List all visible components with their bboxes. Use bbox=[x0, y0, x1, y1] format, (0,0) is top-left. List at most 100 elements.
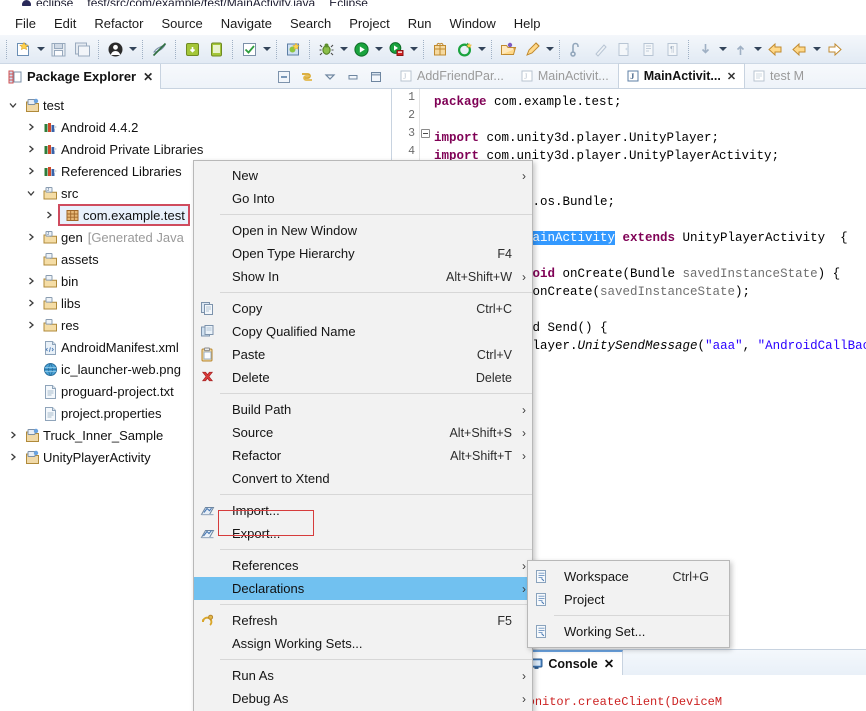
user-dropdown-arrow[interactable] bbox=[127, 38, 138, 60]
refresh-icon[interactable] bbox=[453, 38, 475, 60]
android-sdk-manager-icon[interactable] bbox=[181, 38, 203, 60]
chevron-right-icon[interactable] bbox=[26, 298, 41, 308]
external-tools-dropdown-arrow[interactable] bbox=[408, 38, 419, 60]
refresh-dropdown-arrow[interactable] bbox=[476, 38, 487, 60]
menu-project[interactable]: Project bbox=[340, 14, 398, 33]
ctx-convert-to-xtend[interactable]: Convert to Xtend bbox=[194, 467, 532, 490]
save-all-icon[interactable] bbox=[71, 38, 93, 60]
menu-edit[interactable]: Edit bbox=[45, 14, 85, 33]
ctx-show-in[interactable]: Show In Alt+Shift+W › bbox=[194, 265, 532, 288]
tab-test-manifest[interactable]: test M bbox=[745, 63, 813, 88]
next-dropdown-arrow[interactable] bbox=[717, 38, 728, 60]
next-arrow-icon[interactable] bbox=[823, 38, 845, 60]
tab-mainactivity-2[interactable]: J MainActivit... ✕ bbox=[617, 63, 746, 88]
ctx-import[interactable]: Import... bbox=[194, 499, 532, 522]
tab-addfriendpar[interactable]: J AddFriendPar... bbox=[392, 63, 513, 88]
tab-package-explorer[interactable]: Package Explorer ✕ bbox=[0, 64, 162, 89]
chevron-right-icon[interactable] bbox=[26, 122, 41, 132]
ctx-new[interactable]: New › bbox=[194, 164, 532, 187]
ctx-go-into[interactable]: Go Into bbox=[194, 187, 532, 210]
tree-item-test[interactable]: test bbox=[0, 94, 392, 116]
forward-icon[interactable] bbox=[788, 38, 810, 60]
debug-icon[interactable] bbox=[315, 38, 337, 60]
new-package-icon[interactable] bbox=[429, 38, 451, 60]
view-menu-icon[interactable] bbox=[322, 69, 338, 85]
menu-refactor[interactable]: Refactor bbox=[85, 14, 152, 33]
tree-item-android-4-4-2[interactable]: Android 4.4.2 bbox=[0, 116, 392, 138]
menu-navigate[interactable]: Navigate bbox=[212, 14, 281, 33]
ctx-build-path[interactable]: Build Path › bbox=[194, 398, 532, 421]
ctx-delete[interactable]: Delete Delete bbox=[194, 366, 532, 389]
android-virtual-device-icon[interactable] bbox=[205, 38, 227, 60]
chevron-right-icon[interactable] bbox=[26, 144, 41, 154]
check-dropdown-arrow[interactable] bbox=[261, 38, 272, 60]
user-profile-icon[interactable] bbox=[104, 38, 126, 60]
ctx-copy[interactable]: Copy Ctrl+C bbox=[194, 297, 532, 320]
prev-dropdown-arrow[interactable] bbox=[752, 38, 763, 60]
ctx-refresh[interactable]: Refresh F5 bbox=[194, 609, 532, 632]
chevron-right-icon[interactable] bbox=[26, 276, 41, 286]
new-android-project-icon[interactable] bbox=[282, 38, 304, 60]
toggle-breakpoint-skip-icon[interactable] bbox=[148, 38, 170, 60]
ctx-copy-qualified-name[interactable]: Copy Qualified Name bbox=[194, 320, 532, 343]
submenu-workspace[interactable]: Workspace Ctrl+G bbox=[528, 565, 729, 588]
nav-dropdown-arrow[interactable] bbox=[811, 38, 822, 60]
tree-item-android-private-libraries[interactable]: Android Private Libraries bbox=[0, 138, 392, 160]
fold-collapse-icon[interactable] bbox=[421, 129, 430, 138]
ctx-run-as[interactable]: Run As › bbox=[194, 664, 532, 687]
ctx-export[interactable]: Export... bbox=[194, 522, 532, 545]
menu-file[interactable]: File bbox=[6, 14, 45, 33]
back-icon[interactable] bbox=[764, 38, 786, 60]
run-icon[interactable] bbox=[350, 38, 372, 60]
chevron-right-icon[interactable] bbox=[8, 430, 23, 440]
open-type-icon[interactable] bbox=[497, 38, 519, 60]
tab-console[interactable]: Console ✕ bbox=[521, 649, 624, 676]
chevron-right-icon[interactable] bbox=[26, 320, 41, 330]
new-wizard-icon[interactable] bbox=[12, 38, 34, 60]
menu-window[interactable]: Window bbox=[441, 14, 505, 33]
annotations-icon[interactable] bbox=[565, 38, 587, 60]
new-dropdown-arrow[interactable] bbox=[35, 38, 46, 60]
run-external-tools-icon[interactable] bbox=[385, 38, 407, 60]
debug-dropdown-arrow[interactable] bbox=[338, 38, 349, 60]
ctx-references[interactable]: References › bbox=[194, 554, 532, 577]
paragraph-view-icon[interactable] bbox=[637, 38, 659, 60]
tab-mainactivity-1[interactable]: J MainActivit... bbox=[513, 63, 618, 88]
run-dropdown-arrow[interactable] bbox=[373, 38, 384, 60]
ctx-refactor[interactable]: Refactor Alt+Shift+T › bbox=[194, 444, 532, 467]
chevron-right-icon[interactable] bbox=[26, 232, 41, 242]
prev-annotation-icon[interactable] bbox=[729, 38, 751, 60]
ctx-source[interactable]: Source Alt+Shift+S › bbox=[194, 421, 532, 444]
link-with-editor-icon[interactable] bbox=[299, 69, 315, 85]
ctx-paste[interactable]: Paste Ctrl+V bbox=[194, 343, 532, 366]
ctx-assign-working-sets[interactable]: Assign Working Sets... bbox=[194, 632, 532, 655]
ruler-icon[interactable] bbox=[589, 38, 611, 60]
minimize-icon[interactable] bbox=[345, 69, 361, 85]
next-edit-icon[interactable] bbox=[613, 38, 635, 60]
menu-help[interactable]: Help bbox=[505, 14, 550, 33]
ctx-open-in-new-window[interactable]: Open in New Window bbox=[194, 219, 532, 242]
ctx-debug-as[interactable]: Debug As › bbox=[194, 687, 532, 710]
chevron-down-icon[interactable] bbox=[8, 100, 23, 110]
next-annotation-icon[interactable] bbox=[694, 38, 716, 60]
ctx-declarations[interactable]: Declarations › bbox=[194, 577, 532, 600]
close-icon[interactable]: ✕ bbox=[604, 656, 614, 671]
menu-search[interactable]: Search bbox=[281, 14, 340, 33]
search-dropdown-arrow[interactable] bbox=[544, 38, 555, 60]
chevron-right-icon[interactable] bbox=[44, 210, 59, 220]
search-icon[interactable] bbox=[521, 38, 543, 60]
menu-source[interactable]: Source bbox=[153, 14, 212, 33]
close-icon[interactable]: ✕ bbox=[143, 70, 153, 84]
submenu-project[interactable]: Project bbox=[528, 588, 729, 611]
check-icon[interactable] bbox=[238, 38, 260, 60]
chevron-down-icon[interactable] bbox=[26, 188, 41, 198]
collapse-all-icon[interactable] bbox=[276, 69, 292, 85]
save-icon[interactable] bbox=[47, 38, 69, 60]
close-icon[interactable]: ✕ bbox=[727, 70, 736, 83]
paragraph-icon[interactable]: ¶ bbox=[661, 38, 683, 60]
submenu-working-set[interactable]: Working Set... bbox=[528, 620, 729, 643]
menu-run[interactable]: Run bbox=[399, 14, 441, 33]
maximize-icon[interactable] bbox=[368, 69, 384, 85]
chevron-right-icon[interactable] bbox=[8, 452, 23, 462]
ctx-open-type-hierarchy[interactable]: Open Type Hierarchy F4 bbox=[194, 242, 532, 265]
